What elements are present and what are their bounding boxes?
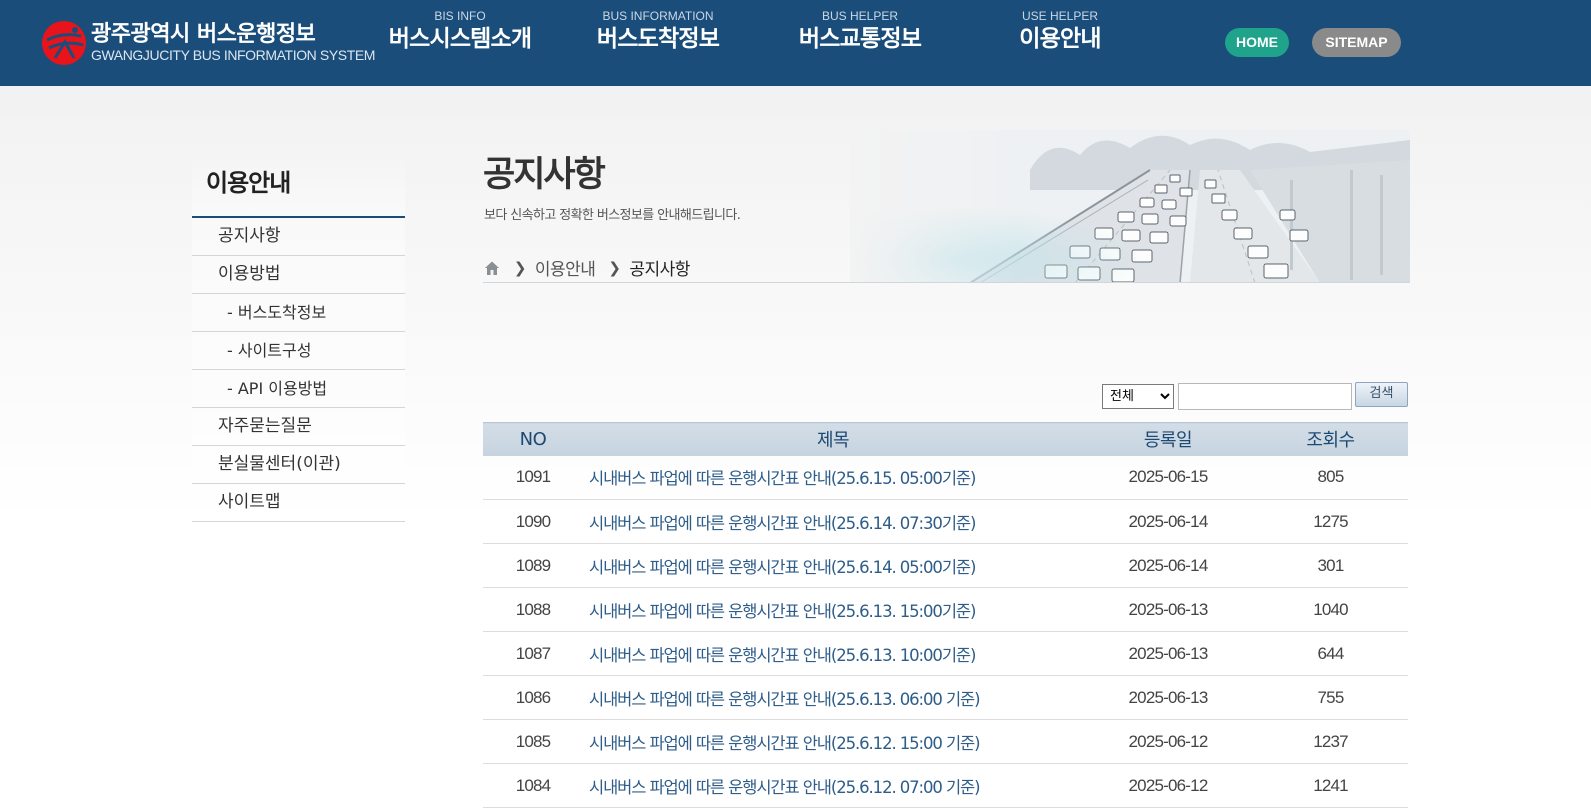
row-views: 1241 bbox=[1253, 763, 1408, 808]
search-input[interactable] bbox=[1178, 383, 1352, 410]
search-button[interactable]: 검색 bbox=[1355, 382, 1408, 407]
nav-bus-helper[interactable]: BUS HELPER 버스교통정보 bbox=[785, 8, 935, 54]
logo-title-en: GWANGJUCITY BUS INFORMATION SYSTEM bbox=[91, 47, 376, 63]
row-no: 1088 bbox=[483, 587, 583, 632]
row-date: 2025-06-14 bbox=[1083, 543, 1253, 588]
row-date: 2025-06-13 bbox=[1083, 587, 1253, 632]
breadcrumb: ❯ 이용안내 ❯ 공지사항 bbox=[483, 255, 690, 280]
row-title-link[interactable]: 시내버스 파업에 따른 운행시간표 안내(25.6.13. 06:00 기준) bbox=[583, 675, 1083, 720]
page-description: 보다 신속하고 정확한 버스정보를 안내해드립니다. bbox=[484, 208, 741, 223]
chevron-right-icon: ❯ bbox=[608, 258, 621, 277]
nav-main-label: 버스교통정보 bbox=[798, 26, 922, 52]
sidebar-item-notice[interactable]: 공지사항 bbox=[192, 218, 405, 256]
row-date: 2025-06-13 bbox=[1083, 675, 1253, 720]
row-views: 1275 bbox=[1253, 499, 1408, 544]
table-row: 1090 시내버스 파업에 따른 운행시간표 안내(25.6.14. 07:30… bbox=[483, 499, 1408, 544]
row-title-link[interactable]: 시내버스 파업에 따른 운행시간표 안내(25.6.13. 10:00기준) bbox=[583, 631, 1083, 676]
column-header-title: 제목 bbox=[583, 422, 1083, 456]
row-title-link[interactable]: 시내버스 파업에 따른 운행시간표 안내(25.6.12. 07:00 기준) bbox=[583, 763, 1083, 808]
breadcrumb-parent[interactable]: 이용안내 bbox=[535, 260, 596, 280]
row-no: 1091 bbox=[483, 455, 583, 500]
row-title-link[interactable]: 시내버스 파업에 따른 운행시간표 안내(25.6.12. 15:00 기준) bbox=[583, 719, 1083, 764]
row-views: 301 bbox=[1253, 543, 1408, 588]
table-row: 1087 시내버스 파업에 따른 운행시간표 안내(25.6.13. 10:00… bbox=[483, 631, 1408, 676]
sidebar-title: 이용안내 bbox=[192, 153, 405, 218]
row-title-link[interactable]: 시내버스 파업에 따른 운행시간표 안내(25.6.14. 05:00기준) bbox=[583, 543, 1083, 588]
row-no: 1085 bbox=[483, 719, 583, 764]
nav-bis-info[interactable]: BIS INFO 버스시스템소개 bbox=[380, 8, 540, 54]
row-title-link[interactable]: 시내버스 파업에 따른 운행시간표 안내(25.6.13. 15:00기준) bbox=[583, 587, 1083, 632]
table-row: 1086 시내버스 파업에 따른 운행시간표 안내(25.6.13. 06:00… bbox=[483, 675, 1408, 720]
nav-bus-information[interactable]: BUS INFORMATION 버스도착정보 bbox=[583, 8, 733, 54]
sidebar-item-api-usage[interactable]: - API 이용방법 bbox=[192, 370, 405, 408]
row-views: 644 bbox=[1253, 631, 1408, 676]
column-header-no: NO bbox=[483, 422, 583, 456]
top-header: 광주광역시 버스운행정보 GWANGJUCITY BUS INFORMATION… bbox=[0, 0, 1591, 86]
logo-title-kr: 광주광역시 버스운행정보 bbox=[91, 22, 316, 47]
row-no: 1087 bbox=[483, 631, 583, 676]
table-row: 1091 시내버스 파업에 따른 운행시간표 안내(25.6.15. 05:00… bbox=[483, 455, 1408, 500]
nav-main-label: 버스도착정보 bbox=[596, 26, 720, 52]
table-row: 1088 시내버스 파업에 따른 운행시간표 안내(25.6.13. 15:00… bbox=[483, 587, 1408, 632]
sidebar-item-faq[interactable]: 자주묻는질문 bbox=[192, 408, 405, 446]
sidebar-item-lost-found[interactable]: 분실물센터(이관) bbox=[192, 446, 405, 484]
sidebar-item-bus-arrival[interactable]: - 버스도착정보 bbox=[192, 294, 405, 332]
row-views: 1040 bbox=[1253, 587, 1408, 632]
row-no: 1084 bbox=[483, 763, 583, 808]
row-date: 2025-06-12 bbox=[1083, 763, 1253, 808]
row-views: 755 bbox=[1253, 675, 1408, 720]
home-icon[interactable] bbox=[483, 259, 501, 277]
nav-use-helper[interactable]: USE HELPER 이용안내 bbox=[1005, 8, 1115, 54]
table-row: 1085 시내버스 파업에 따른 운행시간표 안내(25.6.12. 15:00… bbox=[483, 719, 1408, 764]
breadcrumb-current: 공지사항 bbox=[629, 260, 690, 280]
row-date: 2025-06-14 bbox=[1083, 499, 1253, 544]
nav-main-label: 버스시스템소개 bbox=[388, 26, 532, 52]
row-views: 1237 bbox=[1253, 719, 1408, 764]
chevron-right-icon: ❯ bbox=[513, 258, 527, 277]
site-logo[interactable]: 광주광역시 버스운행정보 GWANGJUCITY BUS INFORMATION… bbox=[41, 14, 375, 70]
row-views: 805 bbox=[1253, 455, 1408, 500]
row-date: 2025-06-12 bbox=[1083, 719, 1253, 764]
table-header-row: NO 제목 등록일 조회수 bbox=[483, 422, 1408, 456]
page-visual-banner: 공지사항 보다 신속하고 정확한 버스정보를 안내해드립니다. ❯ 이용안내 ❯… bbox=[483, 130, 1410, 283]
highway-traffic-illustration bbox=[850, 130, 1410, 282]
table-row: 1089 시내버스 파업에 따른 운행시간표 안내(25.6.14. 05:00… bbox=[483, 543, 1408, 588]
sidebar-item-how-to-use[interactable]: 이용방법 bbox=[192, 256, 405, 294]
nav-main-label: 이용안내 bbox=[1019, 26, 1101, 52]
bus-system-logo-icon bbox=[42, 21, 86, 65]
row-title-link[interactable]: 시내버스 파업에 따른 운행시간표 안내(25.6.14. 07:30기준) bbox=[583, 499, 1083, 544]
row-date: 2025-06-13 bbox=[1083, 631, 1253, 676]
row-no: 1089 bbox=[483, 543, 583, 588]
page-title: 공지사항 bbox=[483, 155, 606, 195]
row-no: 1090 bbox=[483, 499, 583, 544]
home-button[interactable]: HOME bbox=[1225, 28, 1289, 57]
notice-board-table: NO 제목 등록일 조회수 1091 시내버스 파업에 따른 운행시간표 안내(… bbox=[483, 422, 1408, 808]
sitemap-button[interactable]: SITEMAP bbox=[1312, 28, 1401, 57]
sidebar: 이용안내 공지사항 이용방법 - 버스도착정보 - 사이트구성 - API 이용… bbox=[192, 153, 405, 522]
nav-sub-label: BUS INFORMATION bbox=[602, 9, 714, 23]
search-category-select[interactable]: 전체 bbox=[1102, 384, 1174, 409]
sidebar-item-site-structure[interactable]: - 사이트구성 bbox=[192, 332, 405, 370]
table-row: 1084 시내버스 파업에 따른 운행시간표 안내(25.6.12. 07:00… bbox=[483, 763, 1408, 808]
sidebar-item-sitemap[interactable]: 사이트맵 bbox=[192, 484, 405, 522]
row-date: 2025-06-15 bbox=[1083, 455, 1253, 500]
nav-sub-label: BUS HELPER bbox=[821, 9, 899, 23]
row-title-link[interactable]: 시내버스 파업에 따른 운행시간표 안내(25.6.15. 05:00기준) bbox=[583, 455, 1083, 500]
nav-sub-label: BIS INFO bbox=[434, 9, 486, 23]
row-no: 1086 bbox=[483, 675, 583, 720]
nav-sub-label: USE HELPER bbox=[1021, 9, 1099, 23]
column-header-views: 조회수 bbox=[1253, 422, 1408, 456]
column-header-date: 등록일 bbox=[1083, 422, 1253, 456]
